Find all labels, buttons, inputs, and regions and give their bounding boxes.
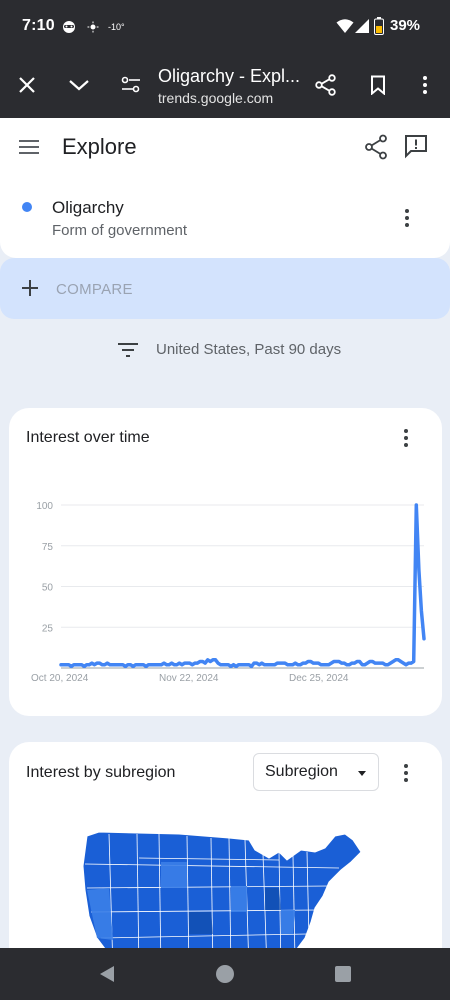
term-color-dot (22, 202, 32, 212)
interest-by-subregion-card: Interest by subregion Subregion (9, 742, 442, 972)
wifi-icon (336, 18, 354, 39)
search-term-name: Oligarchy (52, 198, 124, 217)
filter-row[interactable]: United States, Past 90 days (0, 319, 450, 381)
y-tick-label: 50 (42, 583, 54, 594)
feedback-icon[interactable] (403, 133, 429, 164)
status-bar: 7:10 -10° 39% (0, 0, 450, 52)
page-url: trends.google.com (158, 90, 274, 106)
temperature: -10° (108, 22, 125, 32)
home-icon[interactable] (215, 964, 235, 989)
search-term-type: Form of government (52, 222, 188, 239)
app-title: Explore (62, 134, 137, 159)
subregion-dropdown-value: Subregion (265, 763, 338, 780)
series-line (59, 503, 426, 669)
search-term-card[interactable]: Oligarchy Form of government (0, 178, 450, 258)
share-icon[interactable] (364, 134, 388, 165)
x-tick-label: Dec 25, 2024 (289, 673, 349, 684)
interest-line-chart: 25 50 75 100 Oct 20, 2024 Nov 22, 2024 Dec 25,… (31, 501, 426, 684)
hamburger-menu-icon[interactable] (18, 138, 40, 161)
minimize-chevron-button[interactable] (65, 71, 93, 99)
signal-icon (354, 18, 370, 39)
recents-icon[interactable] (334, 965, 352, 988)
weather-icon (87, 20, 99, 38)
more-options-icon[interactable] (411, 71, 439, 99)
x-tick-label: Nov 22, 2024 (159, 673, 219, 684)
browser-toolbar: Oligarchy - Expl... trends.google.com (0, 52, 450, 118)
interest-over-time-card: Interest over time 25 50 75 100 Oct 20, 2024… (9, 408, 442, 716)
raccoon-app-icon (60, 17, 78, 40)
compare-label: COMPARE (56, 281, 133, 298)
system-nav-bar (0, 948, 450, 1000)
plus-icon (20, 278, 40, 303)
app-header: Explore (0, 118, 450, 178)
y-tick-label: 75 (42, 542, 54, 553)
compare-button[interactable]: COMPARE (0, 258, 450, 319)
y-tick-label: 25 (42, 623, 54, 634)
dropdown-caret-icon (358, 771, 366, 776)
filter-text: United States, Past 90 days (156, 341, 342, 358)
page-title: Oligarchy - Expl... (158, 66, 301, 86)
term-more-options-icon[interactable] (404, 208, 410, 233)
close-tab-button[interactable] (13, 71, 41, 99)
bookmark-icon[interactable] (364, 71, 392, 99)
battery-percent: 39% (390, 17, 421, 34)
share-icon[interactable] (312, 71, 340, 99)
battery-icon (374, 17, 384, 40)
site-settings-icon[interactable] (117, 71, 145, 99)
y-tick-label: 100 (36, 501, 53, 512)
filter-icon (117, 341, 139, 364)
x-tick-label: Oct 20, 2024 (31, 673, 89, 684)
interest-by-subregion-heading: Interest by subregion (26, 764, 176, 781)
subregion-dropdown[interactable]: Subregion (253, 753, 379, 791)
map-more-options-icon[interactable] (403, 763, 409, 788)
clock: 7:10 (22, 17, 55, 34)
back-icon[interactable] (98, 964, 116, 989)
